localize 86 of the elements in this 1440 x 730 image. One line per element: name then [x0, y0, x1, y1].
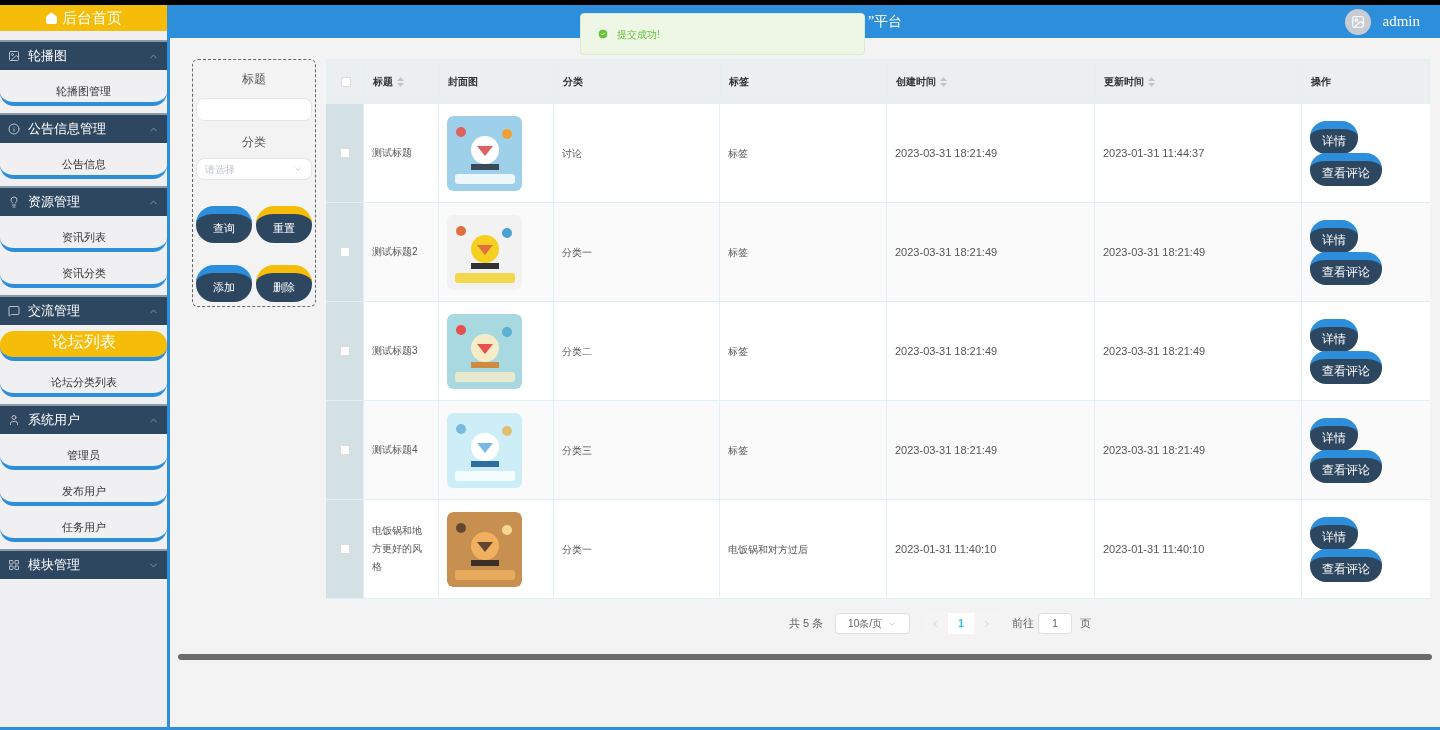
group-icon: [8, 123, 20, 135]
menu-group-header[interactable]: 模块管理: [0, 549, 167, 579]
table-cell-text: 2023-03-31 18:21:49: [1103, 343, 1206, 359]
details-button[interactable]: 详情: [1310, 318, 1358, 352]
group-icon: [8, 559, 20, 571]
menu-group-header[interactable]: 交流管理: [0, 295, 167, 325]
table-cell-text: 测试标题2: [372, 245, 418, 259]
table-cell-text: 分类二: [562, 344, 592, 359]
comments-button[interactable]: 查看评论: [1310, 251, 1382, 285]
table-cell-text: 标签: [728, 245, 748, 260]
checkbox[interactable]: [339, 544, 350, 554]
avatar[interactable]: [1344, 8, 1371, 35]
group-title: 系统用户: [28, 411, 81, 430]
table-cell-text: 电饭锅和对方过后: [728, 542, 808, 557]
table-cell-text: 分类一: [562, 245, 592, 260]
field-label: 标题: [242, 71, 266, 88]
column-header: 封面图: [439, 60, 554, 103]
checkbox[interactable]: [339, 346, 350, 356]
scrollbar[interactable]: [178, 654, 1432, 660]
table-cell-text: 2023-03-31 18:21:49: [895, 145, 998, 161]
group-icon: [8, 414, 20, 426]
column-header: 操作: [1302, 60, 1429, 103]
page-size-select[interactable]: 10条/页: [835, 613, 911, 634]
group-title: 轮播图: [28, 47, 68, 66]
column-header: 分类: [554, 60, 720, 103]
checkbox[interactable]: [340, 76, 351, 87]
column-header: 标签: [720, 60, 887, 103]
filter-button[interactable]: 删除: [256, 265, 312, 302]
title-input[interactable]: [196, 98, 312, 121]
group-icon: [8, 196, 20, 208]
column-header[interactable]: 更新时间: [1095, 60, 1302, 103]
comments-button[interactable]: 查看评论: [1310, 548, 1382, 582]
comments-button[interactable]: 查看评论: [1310, 350, 1382, 384]
checkbox[interactable]: [339, 148, 350, 158]
dropdown-icon: [293, 164, 303, 174]
group-title: 交流管理: [28, 302, 81, 321]
table-cell-text: 2023-01-31 11:40:10: [1103, 541, 1205, 557]
goto-suffix: 页: [1080, 616, 1092, 632]
goto-input[interactable]: 1: [1038, 613, 1073, 634]
group-title: 资源管理: [28, 193, 81, 212]
group-title: 公告信息管理: [28, 120, 107, 139]
table-cell-text: 分类一: [562, 542, 592, 557]
table-cell-text: 测试标题: [372, 146, 412, 160]
table-cell-text: 标签: [728, 443, 748, 458]
column-header[interactable]: 标题: [364, 60, 439, 103]
table-cell-text: 讨论: [562, 146, 582, 161]
table-cell-text: 2023-03-31 18:21:49: [895, 343, 998, 359]
details-button[interactable]: 详情: [1310, 417, 1358, 451]
table-cell-text: 电饭锅和地方更好的风格: [372, 524, 423, 574]
success-icon: [597, 28, 609, 40]
table-cell-text: 分类三: [562, 443, 592, 458]
toast-message: 提交成功!: [617, 27, 660, 42]
table-cell-text: 2023-01-31 11:40:10: [895, 541, 997, 557]
comments-button[interactable]: 查看评论: [1310, 152, 1382, 186]
image-icon: [1350, 14, 1365, 29]
details-button[interactable]: 详情: [1310, 219, 1358, 253]
menu-group-header[interactable]: 轮播图: [0, 40, 167, 70]
table-cell-text: 标签: [728, 146, 748, 161]
column-header[interactable]: 创建时间: [887, 60, 1095, 103]
filter-button[interactable]: 查询: [196, 206, 252, 243]
table-cell-text: 2023-03-31 18:21:49: [895, 244, 998, 260]
header-title: ”平台: [868, 13, 903, 31]
details-button[interactable]: 详情: [1310, 120, 1358, 154]
home-icon: [45, 11, 58, 25]
comments-button[interactable]: 查看评论: [1310, 449, 1382, 483]
menu-group-header[interactable]: 资源管理: [0, 186, 167, 216]
table-cell-text: 2023-03-31 18:21:49: [1103, 442, 1206, 458]
checkbox[interactable]: [339, 247, 350, 257]
table-cell-text: 测试标题4: [372, 443, 418, 457]
details-button[interactable]: 详情: [1310, 516, 1358, 550]
field-label: 分类: [242, 134, 266, 151]
total-count: 共 5 条: [788, 616, 824, 632]
table-cell-text: 测试标题3: [372, 344, 418, 358]
filter-button[interactable]: 添加: [196, 265, 252, 302]
menu-group-header[interactable]: 系统用户: [0, 404, 167, 434]
filter-button[interactable]: 重置: [256, 206, 312, 243]
group-icon: [8, 305, 20, 317]
goto-label: 前往: [1012, 616, 1035, 632]
group-title: 模块管理: [28, 556, 81, 575]
table-cell-text: 标签: [728, 344, 748, 359]
group-icon: [8, 50, 20, 62]
table-cell-text: 2023-03-31 18:21:49: [1103, 244, 1206, 260]
checkbox[interactable]: [339, 445, 350, 455]
table-cell-text: 2023-01-31 11:44:37: [1103, 145, 1205, 161]
menu-group-header[interactable]: 公告信息管理: [0, 113, 167, 143]
table-cell-text: 2023-03-31 18:21:49: [895, 442, 998, 458]
